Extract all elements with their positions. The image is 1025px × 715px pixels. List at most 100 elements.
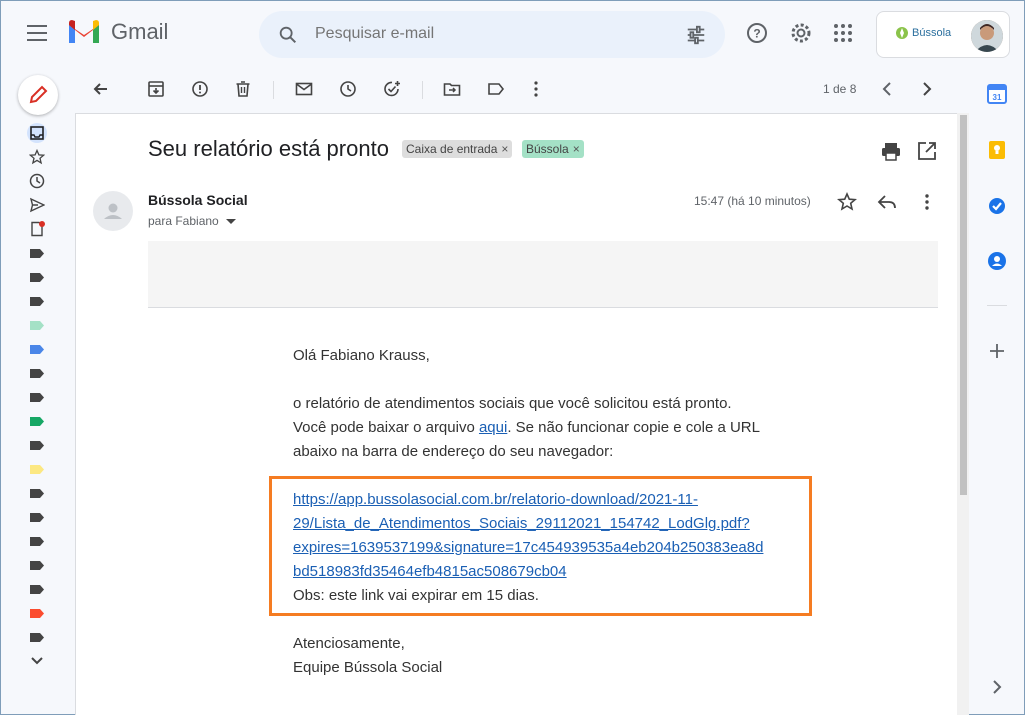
snoozed-icon[interactable]: [27, 171, 47, 191]
message-more-options-icon[interactable]: [916, 191, 938, 213]
label-icon[interactable]: [27, 291, 47, 311]
side-panel: 31: [969, 67, 1025, 715]
pencil-icon: [29, 85, 48, 104]
drafts-icon[interactable]: [27, 219, 47, 239]
compose-button[interactable]: [18, 75, 58, 115]
recipient-text: para Fabiano: [148, 214, 219, 228]
person-icon: [104, 203, 122, 219]
label-icon-green[interactable]: [27, 411, 47, 431]
inbox-icon[interactable]: [27, 123, 47, 143]
label-icon[interactable]: [27, 387, 47, 407]
move-to-icon[interactable]: [442, 79, 462, 99]
account-brand: Bússola: [912, 27, 952, 39]
toolbar-divider: [422, 81, 423, 99]
label-chip-inbox[interactable]: Caixa de entrada ×: [402, 140, 513, 158]
message-toolbar: 1 de 8: [75, 67, 951, 113]
message-scrollbar[interactable]: [957, 113, 969, 715]
bussola-logo: Bússola: [895, 26, 951, 40]
main-menu-icon[interactable]: [27, 25, 47, 41]
search-bar[interactable]: [259, 11, 725, 58]
closing-text: Atenciosamente,: [293, 635, 405, 652]
expand-side-panel-icon[interactable]: [987, 677, 1007, 697]
label-chip-bussola[interactable]: Bússola ×: [522, 140, 584, 158]
chevron-left-icon[interactable]: [877, 79, 897, 99]
svg-text:31: 31: [993, 93, 1002, 102]
sent-icon[interactable]: [27, 195, 47, 215]
body-paragraph: o relatório de atendimentos sociais que …: [293, 392, 760, 464]
left-nav: [27, 123, 51, 675]
avatar[interactable]: [971, 20, 1003, 52]
user-photo: [971, 20, 1003, 52]
scrollbar-thumb[interactable]: [960, 115, 967, 495]
caret-down-icon[interactable]: [226, 219, 237, 225]
keep-icon[interactable]: [987, 140, 1007, 160]
label-icon-yellow[interactable]: [27, 459, 47, 479]
search-options-icon[interactable]: [685, 24, 707, 46]
expand-more-icon[interactable]: [27, 651, 47, 671]
report-spam-icon[interactable]: [190, 79, 210, 99]
apps-grid-icon[interactable]: [831, 21, 855, 45]
sender-avatar[interactable]: [93, 191, 133, 231]
download-link[interactable]: aqui: [479, 419, 507, 436]
more-options-icon[interactable]: [526, 79, 546, 99]
search-icon[interactable]: [277, 24, 299, 46]
label-icon-green-light[interactable]: [27, 315, 47, 335]
label-icon[interactable]: [27, 435, 47, 455]
tasks-icon[interactable]: [987, 196, 1007, 216]
email-header-banner: [148, 241, 938, 308]
label-icon[interactable]: [27, 507, 47, 527]
search-input[interactable]: [315, 23, 675, 45]
chevron-right-icon[interactable]: [917, 79, 937, 99]
sender-name[interactable]: Bússola Social: [148, 192, 248, 208]
compass-icon: [896, 27, 908, 39]
label-icon[interactable]: [27, 267, 47, 287]
remove-label-icon[interactable]: ×: [501, 142, 508, 156]
calendar-icon[interactable]: 31: [987, 84, 1007, 104]
help-icon[interactable]: ?: [745, 21, 769, 45]
email-timestamp: 15:47 (há 10 minutos): [694, 194, 811, 208]
email-subject: Seu relatório está pronto: [148, 136, 389, 161]
label-icon[interactable]: [27, 531, 47, 551]
label-icon-blue[interactable]: [27, 339, 47, 359]
mark-unread-icon[interactable]: [294, 79, 314, 99]
body-text-segment: Você pode baixar o arquivo: [293, 419, 479, 436]
remove-label-icon[interactable]: ×: [573, 142, 580, 156]
body-text-segment: . Se não funcionar copie e cole a URL: [507, 419, 760, 436]
body-line: o relatório de atendimentos sociais que …: [293, 395, 732, 412]
reply-icon[interactable]: [876, 191, 898, 213]
closing-block: Atenciosamente, Equipe Bússola Social: [293, 632, 442, 680]
gear-icon[interactable]: [789, 21, 813, 45]
body-line: abaixo na barra de endereço do seu naveg…: [293, 443, 614, 460]
add-addon-icon[interactable]: [987, 341, 1007, 361]
toolbar-divider: [273, 81, 274, 99]
back-arrow-icon[interactable]: [91, 79, 111, 99]
label-icon[interactable]: [27, 483, 47, 503]
account-switcher[interactable]: Bússola: [876, 11, 1010, 58]
open-in-new-window-icon[interactable]: [916, 140, 938, 162]
label-icon[interactable]: [27, 243, 47, 263]
gmail-logo[interactable]: Gmail: [67, 19, 168, 45]
archive-icon[interactable]: [146, 79, 166, 99]
greeting-text: Olá Fabiano Krauss,: [293, 347, 430, 364]
signature-text: Equipe Bússola Social: [293, 659, 443, 676]
label-icon[interactable]: [27, 627, 47, 647]
star-icon[interactable]: [836, 191, 858, 213]
label-icon-red[interactable]: [27, 603, 47, 623]
starred-icon[interactable]: [27, 147, 47, 167]
top-bar: Gmail ? Bússola: [1, 1, 1025, 67]
snooze-icon[interactable]: [338, 79, 358, 99]
recipient-line[interactable]: para Fabiano: [148, 214, 237, 228]
label-icon[interactable]: [27, 363, 47, 383]
contacts-icon[interactable]: [987, 251, 1007, 271]
add-to-tasks-icon[interactable]: [382, 79, 402, 99]
label-icon[interactable]: [27, 579, 47, 599]
print-icon[interactable]: [880, 140, 902, 162]
app-name: Gmail: [111, 19, 169, 44]
delete-icon[interactable]: [233, 79, 253, 99]
side-panel-divider: [987, 305, 1007, 306]
highlight-annotation-box: [269, 476, 812, 616]
gmail-m-icon: [69, 20, 99, 43]
label-icon[interactable]: [27, 555, 47, 575]
label-as-icon[interactable]: [486, 79, 506, 99]
label-chip-text: Bússola: [526, 142, 569, 156]
